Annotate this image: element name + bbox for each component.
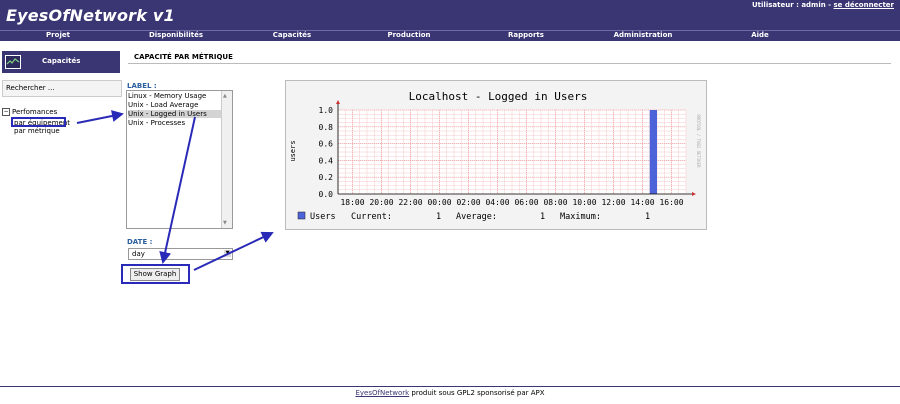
legend-average-label: Average:: [456, 212, 497, 222]
sidebar-section-label: Capacités: [42, 57, 81, 65]
x-tick-label: 18:00: [340, 198, 364, 207]
app-title: EyesOfNetwork v1: [6, 6, 175, 25]
metric-option[interactable]: Linux - Memory Usage: [128, 92, 206, 100]
annotation-highlight-box: [121, 264, 190, 284]
title-divider: [128, 63, 891, 64]
page-title: CAPACITÉ PAR MÉTRIQUE: [134, 53, 233, 61]
legend-maximum-value: 1: [645, 212, 650, 222]
tree-collapse-icon[interactable]: −: [2, 108, 10, 116]
user-label: Utilisateur : admin -: [752, 1, 834, 9]
metric-option-selected[interactable]: Unix - Logged in Users: [128, 110, 221, 118]
listbox-scrollbar[interactable]: [221, 91, 232, 228]
x-tick-label: 08:00: [543, 198, 567, 207]
sidebar-search-label: Rechercher ...: [6, 84, 55, 92]
date-select[interactable]: day ▼: [128, 248, 233, 260]
y-tick-label: 0.4: [319, 156, 334, 165]
annotation-highlight-box: [11, 117, 66, 127]
x-tick-label: 04:00: [485, 198, 509, 207]
logout-link[interactable]: se déconnecter: [834, 1, 894, 9]
chart-y-label: users: [289, 140, 297, 161]
chart-title: Localhost - Logged in Users: [409, 90, 588, 103]
y-tick-label: 0.8: [319, 123, 334, 132]
chevron-down-icon[interactable]: ▼: [224, 250, 231, 257]
chart-icon: [5, 55, 21, 69]
x-tick-label: 00:00: [427, 198, 451, 207]
y-tick-label: 0.2: [319, 173, 334, 182]
nav-rapports[interactable]: Rapports: [508, 31, 544, 39]
legend-average-value: 1: [540, 212, 545, 222]
metric-listbox[interactable]: Linux - Memory Usage Unix - Load Average…: [126, 90, 233, 229]
x-tick-label: 06:00: [514, 198, 538, 207]
x-tick-label: 20:00: [369, 198, 393, 207]
rrd-graph: Localhost - Logged in Users users RRDTOO…: [285, 80, 707, 230]
nav-aide[interactable]: Aide: [751, 31, 769, 39]
nav-administration[interactable]: Administration: [614, 31, 673, 39]
sidebar-search[interactable]: Rechercher ...: [2, 80, 122, 97]
x-tick-label: 14:00: [630, 198, 654, 207]
scroll-down-icon[interactable]: ▼: [223, 220, 227, 226]
legend-current-label: Current:: [351, 212, 392, 222]
footer-text: produit sous GPL2 sponsorisé par APX: [409, 389, 545, 397]
x-tick-label: 02:00: [456, 198, 480, 207]
legend-swatch: [297, 211, 306, 220]
nav-projet[interactable]: Projet: [46, 31, 70, 39]
nav-capacites[interactable]: Capacités: [273, 31, 311, 39]
x-axis-arrow-icon: [692, 192, 696, 196]
sidebar-section-capacites[interactable]: Capacités: [2, 51, 120, 73]
tree-root-perfomances[interactable]: Perfomances: [12, 108, 57, 116]
y-tick-label: 1.0: [319, 106, 334, 115]
x-tick-label: 12:00: [601, 198, 625, 207]
metric-option[interactable]: Unix - Load Average: [128, 101, 198, 109]
nav-disponibilites[interactable]: Disponibilités: [149, 31, 203, 39]
main-nav: Projet Disponibilités Capacités Producti…: [0, 30, 900, 41]
footer-link-eyesofnetwork[interactable]: EyesOfNetwork: [355, 389, 409, 397]
user-info: Utilisateur : admin - se déconnecter: [752, 1, 894, 9]
graph-canvas: Localhost - Logged in Users users RRDTOO…: [289, 90, 701, 222]
annotation-arrow: [76, 110, 124, 124]
label-field-title: LABEL :: [127, 82, 157, 90]
y-tick-label: 0.0: [319, 190, 334, 199]
footer-divider: [0, 386, 900, 387]
x-tick-label: 10:00: [572, 198, 596, 207]
chart-watermark: RRDTOOL / TOBI OETIKER: [696, 115, 701, 169]
tree-item-par-metrique[interactable]: par métrique: [14, 127, 60, 135]
x-tick-label: 16:00: [659, 198, 683, 207]
nav-production[interactable]: Production: [387, 31, 430, 39]
y-tick-label: 0.6: [319, 140, 334, 149]
metric-option[interactable]: Unix - Processes: [128, 119, 185, 127]
legend-current-value: 1: [436, 212, 441, 222]
legend-series-name: Users: [310, 212, 336, 222]
x-tick-label: 22:00: [398, 198, 422, 207]
date-field-title: DATE :: [127, 238, 153, 246]
series-bar: [649, 110, 657, 194]
scroll-up-icon[interactable]: ▲: [223, 93, 227, 99]
date-select-value: day: [132, 250, 145, 258]
footer: EyesOfNetwork produit sous GPL2 sponsori…: [0, 389, 900, 397]
legend-maximum-label: Maximum:: [560, 212, 601, 222]
y-axis-arrow-icon: [336, 100, 340, 104]
